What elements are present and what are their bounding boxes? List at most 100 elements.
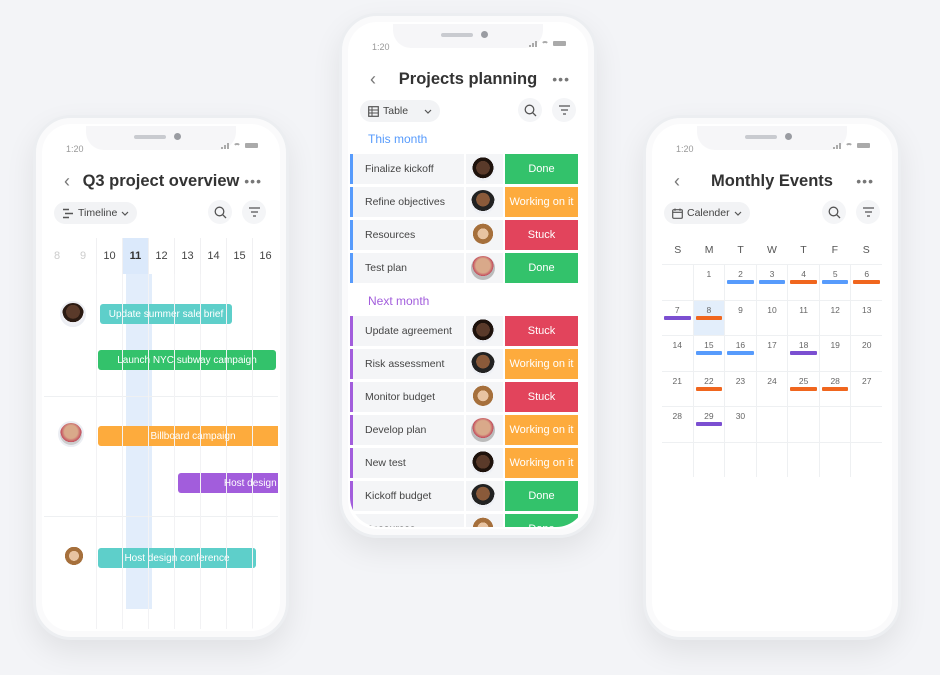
owner-cell[interactable] (466, 514, 503, 527)
item-name[interactable]: Test plan (353, 253, 464, 283)
calendar-day[interactable] (818, 442, 851, 477)
calendar-day[interactable]: 21 (662, 372, 693, 407)
calendar-day[interactable]: 28 (662, 407, 693, 442)
filter-button[interactable] (242, 200, 266, 224)
calendar-event[interactable] (727, 351, 754, 355)
calendar-day[interactable]: 22 (692, 371, 725, 406)
filter-button[interactable] (552, 98, 576, 122)
back-chevron-icon[interactable]: ‹ (64, 171, 70, 192)
calendar-day[interactable]: 3 (755, 265, 788, 300)
back-chevron-icon[interactable]: ‹ (674, 171, 680, 192)
calendar-day[interactable]: 20 (850, 336, 882, 371)
item-name[interactable]: Resources (353, 514, 464, 527)
calendar-day[interactable]: 12 (818, 300, 851, 335)
calendar-event[interactable] (727, 280, 754, 284)
calendar-day[interactable] (662, 265, 693, 300)
status-cell[interactable]: Working on it (505, 349, 578, 379)
calendar-day[interactable] (787, 407, 819, 442)
item-name[interactable]: Update agreement (353, 316, 464, 346)
calendar-day[interactable] (755, 407, 788, 442)
owner-cell[interactable] (466, 253, 503, 283)
calendar-event[interactable] (664, 315, 691, 320)
status-cell[interactable]: Done (505, 481, 578, 511)
status-cell[interactable]: Done (505, 154, 578, 184)
item-name[interactable]: Kickoff budget (353, 481, 464, 511)
table-row[interactable]: Refine objectives Working on it (350, 187, 578, 217)
owner-cell[interactable] (466, 481, 503, 511)
owner-cell[interactable] (466, 187, 503, 217)
more-dots-icon[interactable]: ••• (856, 173, 874, 189)
calendar-day[interactable]: 13 (850, 300, 882, 335)
calendar-day[interactable] (724, 442, 756, 477)
calendar-event[interactable] (695, 386, 723, 391)
calendar-day[interactable] (818, 407, 851, 442)
timeline-bar[interactable]: Update summer sale brief (100, 304, 232, 324)
calendar-event[interactable] (695, 315, 723, 320)
calendar-event[interactable] (790, 386, 817, 391)
view-selector-timeline[interactable]: Timeline (54, 202, 138, 224)
calendar-day[interactable]: 27 (850, 371, 882, 406)
table-row[interactable]: Monitor budget Stuck (350, 382, 578, 412)
item-name[interactable]: Risk assessment (353, 349, 464, 379)
status-cell[interactable]: Stuck (505, 316, 578, 346)
owner-cell[interactable] (466, 349, 503, 379)
owner-cell[interactable] (466, 415, 503, 445)
search-button[interactable] (518, 98, 542, 122)
item-name[interactable]: Monitor budget (353, 382, 464, 412)
calendar-day[interactable]: 15 (692, 336, 725, 371)
calendar-event[interactable] (821, 386, 849, 391)
search-button[interactable] (208, 200, 232, 224)
item-name[interactable]: Develop plan (353, 415, 464, 445)
timeline-bar[interactable]: Billboard campaign (98, 426, 278, 446)
calendar-day[interactable]: 23 (724, 371, 756, 406)
calendar-day[interactable]: 6 (850, 265, 882, 300)
search-button[interactable] (822, 200, 846, 224)
calendar-day[interactable]: 24 (755, 371, 788, 406)
owner-cell[interactable] (466, 220, 503, 250)
status-cell[interactable]: Stuck (505, 382, 578, 412)
table-row[interactable]: Resources Done (350, 514, 578, 527)
table-row[interactable]: Risk assessment Working on it (350, 349, 578, 379)
view-selector-table[interactable]: Table (360, 100, 440, 122)
item-name[interactable]: Resources (353, 220, 464, 250)
calendar-event[interactable] (853, 280, 881, 284)
calendar-event[interactable] (758, 280, 786, 284)
owner-cell[interactable] (466, 448, 503, 478)
more-dots-icon[interactable]: ••• (552, 71, 570, 87)
calendar-day[interactable] (850, 442, 882, 477)
calendar-day[interactable]: 2 (724, 265, 756, 300)
table-row[interactable]: Finalize kickoff Done (350, 154, 578, 184)
timeline-bar[interactable]: Launch NYC subway campaign (98, 350, 276, 370)
calendar-day[interactable]: 9 (724, 300, 756, 335)
status-cell[interactable]: Done (505, 253, 578, 283)
back-chevron-icon[interactable]: ‹ (370, 69, 376, 90)
calendar-day[interactable]: 4 (787, 265, 819, 300)
more-dots-icon[interactable]: ••• (244, 173, 262, 189)
status-cell[interactable]: Working on it (505, 187, 578, 217)
calendar-event[interactable] (790, 351, 817, 355)
owner-cell[interactable] (466, 382, 503, 412)
calendar-day[interactable]: 17 (755, 336, 788, 371)
calendar-day[interactable]: 11 (787, 300, 819, 335)
calendar-day[interactable]: 25 (787, 371, 819, 406)
calendar-day[interactable]: 18 (787, 336, 819, 371)
calendar-day[interactable] (850, 407, 882, 442)
table-row[interactable]: Update agreement Stuck (350, 316, 578, 346)
calendar-day[interactable] (692, 442, 725, 477)
filter-button[interactable] (856, 200, 880, 224)
status-cell[interactable]: Working on it (505, 448, 578, 478)
calendar-event[interactable] (821, 280, 849, 284)
timeline-bar[interactable]: Host design co (178, 473, 278, 493)
table-row[interactable]: New test Working on it (350, 448, 578, 478)
status-cell[interactable]: Done (505, 514, 578, 527)
calendar-day[interactable]: 1 (692, 265, 725, 300)
calendar-day[interactable]: 5 (818, 265, 851, 300)
calendar-day[interactable]: 28 (818, 371, 851, 406)
status-cell[interactable]: Stuck (505, 220, 578, 250)
view-selector-calendar[interactable]: Calender (664, 202, 750, 224)
calendar-day[interactable]: 19 (818, 336, 851, 371)
calendar-day[interactable]: 7 (662, 301, 693, 336)
owner-cell[interactable] (466, 316, 503, 346)
table-row[interactable]: Resources Stuck (350, 220, 578, 250)
calendar-day[interactable]: 8 (692, 300, 725, 335)
